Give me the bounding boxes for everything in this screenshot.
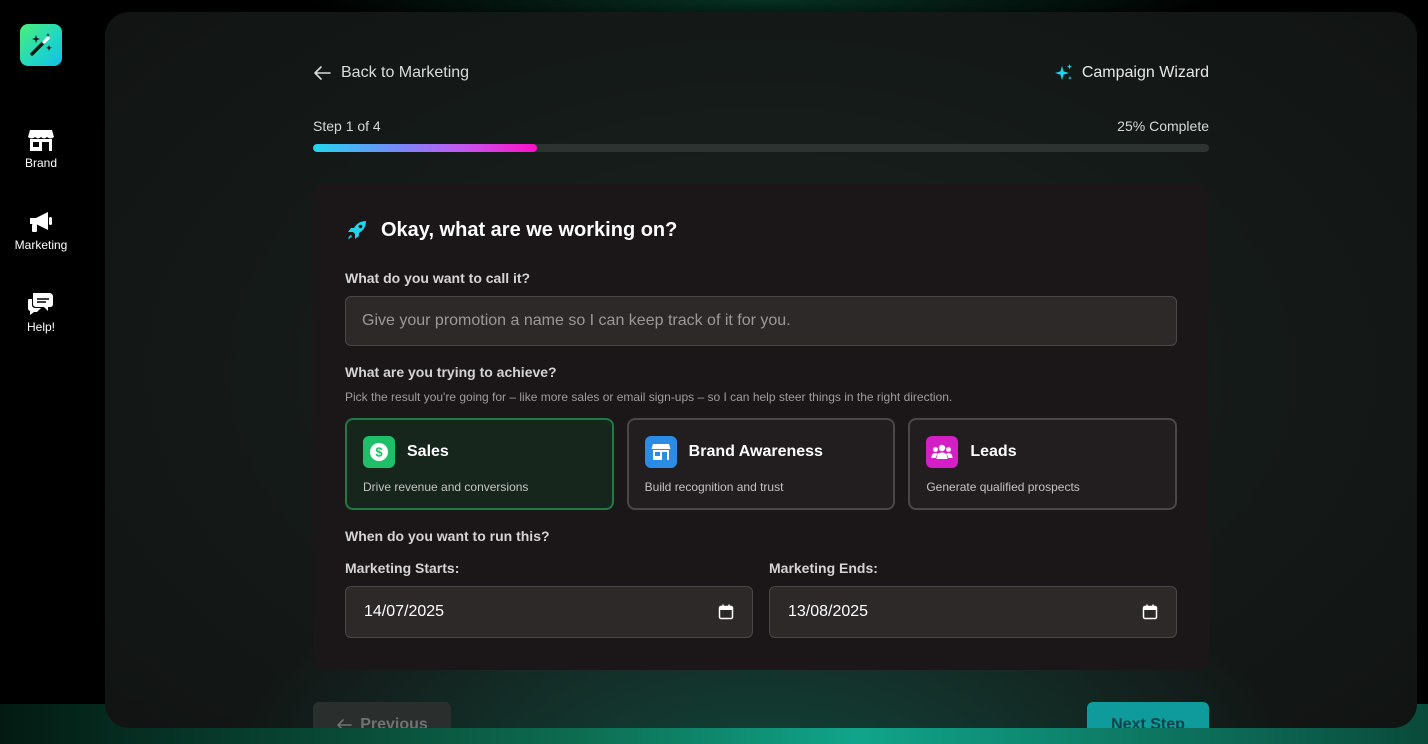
- goal-question: What are you trying to achieve?: [345, 364, 557, 380]
- start-date-value: 14/07/2025: [364, 603, 445, 620]
- goal-help-text: Pick the result you're going for – like …: [345, 390, 953, 404]
- step-indicator: Step 1 of 4: [313, 118, 381, 134]
- goal-description: Drive revenue and conversions: [363, 480, 529, 494]
- store-icon: [651, 444, 671, 460]
- campaign-form-card: Okay, what are we working on? What do yo…: [313, 184, 1209, 670]
- previous-button[interactable]: Previous: [313, 702, 451, 728]
- campaign-name-input[interactable]: [345, 296, 1177, 346]
- main-panel: Back to Marketing Campaign Wizard Step 1…: [105, 12, 1417, 728]
- next-step-button-label: Next Step: [1111, 716, 1185, 728]
- sidebar-item-label: Help!: [26, 320, 55, 334]
- sidebar-item-marketing[interactable]: Marketing: [14, 210, 68, 252]
- goal-name: Brand Awareness: [688, 443, 823, 460]
- start-date-input[interactable]: 14/07/2025: [345, 586, 753, 638]
- megaphone-icon: [30, 212, 52, 232]
- wizard-title-text: Campaign Wizard: [1081, 64, 1209, 81]
- goal-icon-leads: [926, 436, 959, 468]
- sidebar: Brand Marketing Help!: [0, 0, 82, 744]
- end-date-input[interactable]: 13/08/2025: [769, 586, 1177, 638]
- previous-button-label: Previous: [360, 716, 428, 728]
- end-date-value: 13/08/2025: [788, 603, 869, 620]
- sidebar-item-label: Brand: [24, 156, 58, 170]
- sidebar-item-help[interactable]: Help!: [27, 292, 55, 334]
- goal-icon-sales: $: [363, 436, 395, 468]
- goal-option-sales[interactable]: $ Sales Drive revenue and conversions: [345, 418, 614, 510]
- rocket-icon: [348, 221, 366, 239]
- sidebar-item-brand[interactable]: Brand: [25, 128, 57, 170]
- arrow-left-icon: [314, 66, 331, 80]
- calendar-icon[interactable]: [718, 604, 734, 620]
- progress-bar: [313, 144, 1209, 152]
- calendar-icon[interactable]: [1142, 604, 1158, 620]
- form-title: Okay, what are we working on?: [345, 218, 677, 242]
- app-logo[interactable]: [20, 24, 62, 66]
- magic-wand-icon: [30, 33, 52, 56]
- goal-option-brand-awareness[interactable]: Brand Awareness Build recognition and tr…: [626, 418, 896, 510]
- next-step-button[interactable]: Next Step: [1087, 702, 1209, 728]
- back-link-label: Back to Marketing: [341, 64, 470, 81]
- sidebar-item-label: Marketing: [14, 238, 68, 252]
- form-title-text: Okay, what are we working on?: [381, 218, 678, 241]
- sparkles-icon: [1054, 64, 1073, 80]
- svg-text:$: $: [375, 445, 383, 460]
- progress-labels: Step 1 of 4 25% Complete: [313, 118, 1209, 134]
- back-to-marketing-link[interactable]: Back to Marketing: [313, 64, 469, 82]
- wizard-header: Back to Marketing Campaign Wizard: [313, 62, 1209, 84]
- goal-option-leads[interactable]: Leads Generate qualified prospects: [908, 418, 1178, 510]
- start-date-label: Marketing Starts:: [345, 560, 460, 576]
- date-question: When do you want to run this?: [345, 528, 550, 544]
- arrow-left-icon: [337, 719, 353, 728]
- goal-name: Leads: [970, 443, 1017, 460]
- progress-bar-fill: [313, 144, 537, 152]
- chat-bubbles-icon: [27, 293, 53, 315]
- store-icon: [28, 130, 54, 151]
- goal-description: Build recognition and trust: [644, 480, 784, 494]
- goal-name: Sales: [407, 443, 449, 460]
- end-date-label: Marketing Ends:: [769, 560, 878, 576]
- goal-icon-brand-awareness: [644, 436, 677, 468]
- dollar-coin-icon: $: [370, 443, 388, 461]
- name-question: What do you want to call it?: [345, 270, 531, 286]
- users-group-icon: [931, 444, 953, 459]
- campaign-wizard-title: Campaign Wizard: [1054, 63, 1209, 83]
- percent-complete: 25% Complete: [1117, 118, 1209, 134]
- goal-description: Generate qualified prospects: [926, 480, 1080, 494]
- goal-options: $ Sales Drive revenue and conversions Br…: [345, 418, 1178, 510]
